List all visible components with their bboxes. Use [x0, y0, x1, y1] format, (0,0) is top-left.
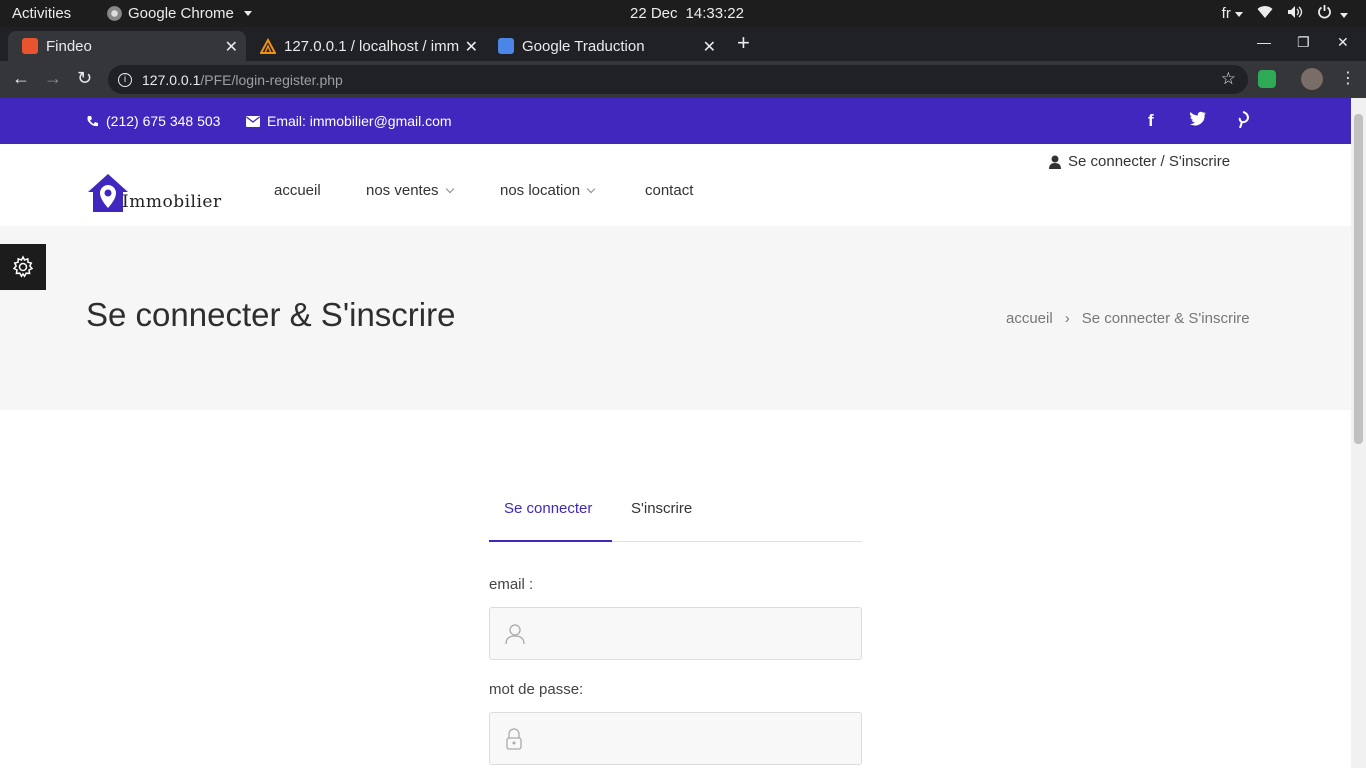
user-icon: [1049, 155, 1061, 169]
time: 14:33:22: [685, 5, 744, 22]
user-outline-icon: [505, 623, 525, 650]
breadcrumb-separator-icon: ›: [1064, 310, 1070, 327]
email-field-wrapper: [489, 607, 862, 660]
nav-label: nos location: [500, 182, 581, 199]
breadcrumb-current: Se connecter & S'inscrire: [1081, 310, 1250, 327]
extension-icon[interactable]: [1258, 70, 1276, 88]
keyboard-layout: fr: [1221, 5, 1231, 22]
close-tab-icon[interactable]: ✕: [703, 37, 716, 57]
nav-contact[interactable]: contact: [645, 182, 693, 199]
bookmark-star-icon[interactable]: ☆: [1221, 69, 1236, 89]
site-info-icon[interactable]: i: [118, 72, 132, 87]
browser-tab-findeo[interactable]: Findeo ✕: [8, 31, 246, 61]
tab-login[interactable]: Se connecter: [504, 500, 592, 517]
profile-avatar[interactable]: [1301, 68, 1323, 90]
site-logo[interactable]: Immobilier: [86, 172, 222, 214]
browser-toolbar: ← → ↻ i 127.0.0.1/PFE/login-register.php…: [0, 61, 1366, 98]
password-field-wrapper: [489, 712, 862, 765]
activities-button[interactable]: Activities: [12, 5, 71, 22]
lock-icon: [505, 728, 523, 755]
app-name: Google Chrome: [128, 5, 234, 22]
forward-arrow-icon[interactable]: →: [44, 68, 62, 89]
phpmyadmin-favicon-icon: [259, 37, 277, 54]
password-label: mot de passe:: [489, 681, 584, 698]
nav-nos-location[interactable]: nos location: [500, 182, 596, 199]
site-header: Immobilier accueil nos ventes nos locati…: [0, 144, 1351, 226]
email-label: email :: [489, 576, 534, 593]
tab-title: 127.0.0.1 / localhost / imm: [284, 37, 460, 55]
nav-label: contact: [645, 182, 694, 199]
logo-text: Immobilier: [122, 192, 222, 212]
keyboard-layout-menu[interactable]: fr: [1222, 5, 1243, 22]
email-address: Email: immobilier@gmail.com: [267, 113, 452, 129]
close-tab-icon[interactable]: ✕: [225, 37, 238, 57]
twitter-icon[interactable]: [1189, 111, 1207, 131]
xampp-favicon-icon: [22, 38, 38, 54]
nav-nos-ventes[interactable]: nos ventes: [366, 182, 454, 199]
login-link-label: Se connecter / S'inscrire: [1068, 153, 1231, 170]
date: 22 Dec: [630, 5, 678, 22]
power-menu[interactable]: [1317, 4, 1348, 23]
browser-tab-phpmyadmin[interactable]: 127.0.0.1 / localhost / imm ✕: [246, 31, 486, 61]
nav-label: accueil: [274, 182, 321, 199]
clock[interactable]: 22 Dec 14:33:22: [630, 5, 752, 22]
chrome-icon: [107, 6, 122, 21]
url-host: 127.0.0.1: [142, 71, 201, 88]
gear-icon: [12, 255, 34, 278]
password-input[interactable]: [536, 713, 856, 764]
tab-register[interactable]: S'inscrire: [631, 500, 692, 517]
chevron-down-icon: [1234, 11, 1243, 17]
breadcrumb: accueil › Se connecter & S'inscrire: [1006, 310, 1250, 327]
email-contact: Email: immobilier@gmail.com: [246, 113, 452, 129]
active-tab-indicator: [489, 540, 612, 542]
contact-top-bar: (212) 675 348 503 Email: immobilier@gmai…: [0, 98, 1351, 144]
close-window-button[interactable]: ✕: [1337, 34, 1349, 51]
browser-menu-icon[interactable]: ⋮: [1340, 68, 1356, 88]
back-arrow-icon[interactable]: ←: [12, 68, 30, 89]
breadcrumb-home-link[interactable]: accueil: [1006, 310, 1053, 327]
close-tab-icon[interactable]: ✕: [465, 37, 478, 57]
login-register-link[interactable]: Se connecter / S'inscrire: [1049, 153, 1230, 170]
reload-icon[interactable]: ↻: [77, 68, 92, 89]
browser-tab-google-translate[interactable]: Google Traduction ✕: [484, 31, 724, 61]
chevron-down-icon: [1340, 12, 1348, 18]
power-icon: [1317, 5, 1331, 19]
page-title-banner: Se connecter & S'inscrire accueil › Se con…: [0, 226, 1351, 410]
auth-tabs: Se connecter S'inscrire: [489, 490, 862, 542]
email-input[interactable]: [536, 608, 856, 659]
phone-icon: [87, 115, 98, 126]
facebook-icon[interactable]: f: [1148, 111, 1154, 131]
browser-tab-strip: Findeo ✕ 127.0.0.1 / localhost / imm ✕ G…: [0, 27, 1366, 61]
google-translate-favicon-icon: [498, 38, 514, 54]
minimize-button[interactable]: —: [1257, 34, 1271, 50]
wifi-icon[interactable]: [1257, 5, 1273, 23]
maximize-button[interactable]: ❐: [1297, 34, 1310, 51]
pinterest-icon[interactable]: [1236, 111, 1250, 133]
tab-title: Google Traduction: [522, 37, 645, 55]
tab-title: Findeo: [46, 37, 92, 55]
phone-number: (212) 675 348 503: [106, 113, 221, 129]
address-bar[interactable]: i 127.0.0.1/PFE/login-register.php ☆: [108, 65, 1248, 94]
url-path: /PFE/login-register.php: [200, 71, 343, 88]
nav-label: nos ventes: [366, 182, 439, 199]
envelope-icon: [246, 115, 260, 127]
scrollbar-thumb[interactable]: [1354, 114, 1363, 444]
chevron-down-icon: [586, 184, 596, 194]
app-menu[interactable]: Google Chrome: [107, 5, 252, 22]
settings-panel-toggle[interactable]: [0, 244, 46, 290]
page-title: Se connecter & S'inscrire: [86, 296, 456, 333]
system-top-bar: Activities Google Chrome 22 Dec 14:33:22 …: [0, 0, 1366, 27]
nav-accueil[interactable]: accueil: [274, 182, 321, 199]
page-scrollbar[interactable]: [1351, 98, 1366, 768]
chevron-down-icon: [445, 184, 454, 194]
chevron-down-icon: [243, 11, 252, 16]
phone-contact: (212) 675 348 503: [86, 113, 220, 129]
new-tab-button[interactable]: +: [737, 30, 750, 56]
volume-icon[interactable]: [1287, 5, 1303, 23]
web-page: (212) 675 348 503 Email: immobilier@gmai…: [0, 98, 1351, 768]
